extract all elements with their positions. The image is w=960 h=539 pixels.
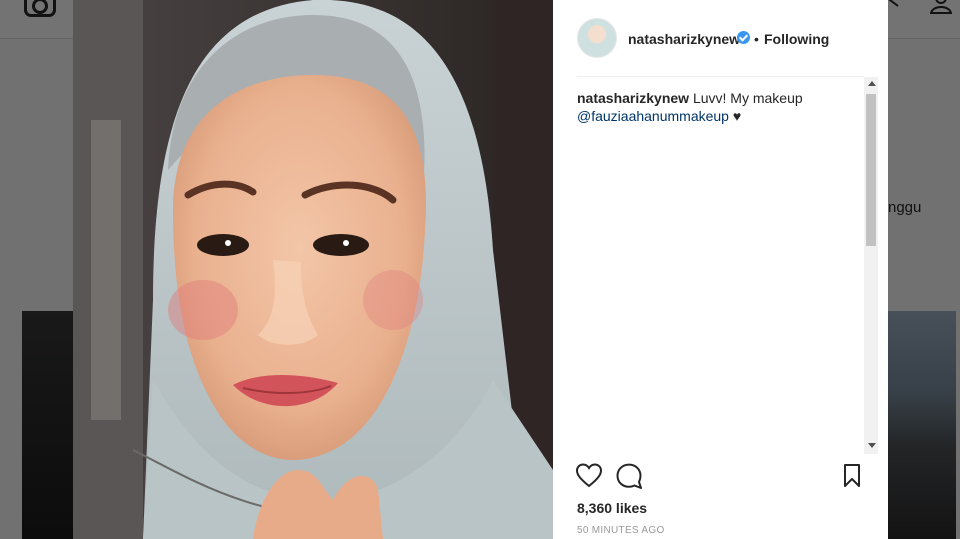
post-modal: natasharizkynew • Following natasharizky… bbox=[73, 0, 888, 539]
post-author-username[interactable]: natasharizkynew bbox=[628, 31, 740, 47]
comment-icon[interactable] bbox=[615, 462, 643, 490]
post-photo[interactable] bbox=[73, 0, 553, 539]
header-divider bbox=[577, 76, 864, 77]
following-button[interactable]: Following bbox=[764, 31, 829, 47]
caption-comment: natasharizkynew Luvv! My makeup @fauziaa… bbox=[577, 89, 863, 125]
scroll-up-arrow-icon[interactable] bbox=[868, 81, 876, 86]
post-header: natasharizkynew • Following bbox=[553, 0, 888, 76]
caption-text: Luvv! My makeup bbox=[692, 90, 803, 106]
heart-emoji: ♥ bbox=[732, 108, 742, 124]
bookmark-icon[interactable] bbox=[838, 462, 866, 490]
separator-dot: • bbox=[754, 31, 759, 47]
caption-username[interactable]: natasharizkynew bbox=[577, 90, 689, 106]
post-sidebar: natasharizkynew • Following natasharizky… bbox=[553, 0, 888, 539]
scrollbar-thumb[interactable] bbox=[866, 94, 876, 246]
post-actions bbox=[553, 462, 888, 492]
likes-count[interactable]: 8,360 likes bbox=[577, 500, 647, 516]
comments-scrollbar[interactable] bbox=[864, 77, 878, 454]
comments-list: natasharizkynew Luvv! My makeup @fauziaa… bbox=[577, 89, 863, 125]
verified-badge-icon bbox=[737, 31, 750, 44]
scroll-down-arrow-icon[interactable] bbox=[868, 443, 876, 448]
portrait-image bbox=[73, 0, 553, 539]
heart-icon[interactable] bbox=[575, 462, 603, 490]
post-timestamp[interactable]: 50 minutes ago bbox=[577, 525, 665, 536]
avatar[interactable] bbox=[577, 18, 617, 58]
caption-mention-link[interactable]: @fauziaahanummakeup bbox=[577, 108, 729, 124]
